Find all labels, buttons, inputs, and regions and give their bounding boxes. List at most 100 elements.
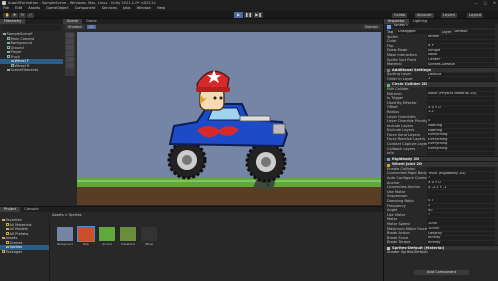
rotate-tool-button[interactable]: ↻ bbox=[19, 12, 26, 18]
property-field[interactable]: X -2.1 Y -1 bbox=[427, 185, 495, 190]
property-field[interactable] bbox=[427, 190, 495, 194]
tab-hierarchy[interactable]: Hierarchy bbox=[0, 19, 26, 24]
asset-label: Bike bbox=[83, 243, 89, 246]
tab-lighting[interactable]: Lighting bbox=[409, 19, 432, 24]
property-field[interactable]: Sprites-Default bbox=[427, 62, 495, 67]
property-field[interactable]: 2 bbox=[427, 77, 495, 82]
folder-icon bbox=[6, 223, 9, 226]
layout-dropdown[interactable]: Layout bbox=[467, 12, 484, 18]
property-field[interactable]: X 0 Y 0 bbox=[427, 181, 495, 185]
property-field[interactable]: Everything bbox=[427, 142, 495, 147]
layers-dropdown[interactable]: Layers bbox=[441, 12, 457, 18]
folder-item[interactable]: Packages bbox=[0, 250, 49, 255]
property-field[interactable]: 2 bbox=[427, 203, 495, 208]
folder-label: Scenes bbox=[9, 240, 23, 245]
property-field[interactable]: Everything bbox=[427, 147, 495, 151]
hierarchy-item[interactable]: SceneElements bbox=[0, 68, 63, 73]
property-field[interactable] bbox=[427, 87, 495, 92]
property-field[interactable]: X Y bbox=[427, 44, 495, 48]
tab-console[interactable]: Console bbox=[20, 207, 42, 212]
shading-mode-dropdown[interactable]: Shaded bbox=[66, 25, 84, 29]
property-field[interactable]: Everything bbox=[427, 133, 495, 138]
scale-tool-button[interactable]: ⤢ bbox=[27, 12, 34, 18]
asset-thumbnail[interactable] bbox=[141, 227, 157, 241]
hand-tool-icon[interactable] bbox=[66, 33, 74, 38]
property-field[interactable]: Center bbox=[427, 57, 495, 62]
property-field[interactable] bbox=[427, 151, 495, 156]
property-field[interactable]: Nothing bbox=[427, 128, 495, 133]
property-field[interactable]: Everything bbox=[427, 137, 495, 142]
property-field[interactable] bbox=[427, 39, 495, 44]
property-field[interactable] bbox=[427, 96, 495, 101]
scene-viewport[interactable] bbox=[77, 32, 381, 205]
folder-label: All Prefabs bbox=[9, 231, 29, 236]
menu-window[interactable]: Window bbox=[137, 6, 151, 10]
property-field[interactable] bbox=[427, 217, 495, 222]
folder-label: Favorites bbox=[5, 218, 22, 222]
property-field[interactable]: Destroy bbox=[427, 231, 495, 236]
collab-button[interactable]: Collab bbox=[392, 12, 408, 18]
property-field[interactable]: None (Physics Material 2D) bbox=[427, 91, 495, 96]
menu-help[interactable]: Help bbox=[157, 6, 165, 10]
tab-inspector[interactable]: Inspector bbox=[384, 19, 409, 24]
property-field[interactable]: Truck (Rigidbody 2D) bbox=[427, 171, 495, 176]
layer-dropdown[interactable]: Default bbox=[453, 30, 495, 35]
property-field[interactable]: Wheel bbox=[427, 34, 495, 39]
transform-tool-icon[interactable] bbox=[66, 63, 74, 68]
property-field[interactable]: 10000 bbox=[427, 226, 495, 231]
property-field[interactable]: Infinity bbox=[427, 240, 495, 245]
property-field[interactable] bbox=[427, 101, 495, 105]
property-field[interactable]: Default bbox=[427, 72, 495, 77]
menu-edit[interactable]: Edit bbox=[15, 6, 22, 10]
property-field[interactable]: 1000 bbox=[427, 222, 495, 227]
property-field[interactable]: Simple bbox=[427, 48, 495, 53]
move-tool-button[interactable]: ✥ bbox=[11, 12, 18, 18]
play-button[interactable]: ▶ bbox=[234, 12, 243, 18]
property-field[interactable]: 1.2 bbox=[427, 110, 495, 115]
add-component-button[interactable]: Add Component bbox=[414, 270, 469, 275]
property-field[interactable]: ✓ bbox=[427, 213, 495, 217]
rect-tool-icon[interactable] bbox=[66, 57, 74, 62]
asset-thumbnail[interactable] bbox=[57, 227, 73, 241]
property-field[interactable]: 90 bbox=[427, 208, 495, 213]
menu-file[interactable]: File bbox=[3, 6, 9, 10]
folder-label: Packages bbox=[5, 249, 23, 254]
hierarchy-search-input[interactable] bbox=[2, 25, 61, 31]
tab-game[interactable]: Game bbox=[82, 19, 101, 24]
asset-thumbnail[interactable] bbox=[120, 227, 136, 241]
property-field[interactable]: X 0 Y 0 bbox=[427, 105, 495, 110]
gizmos-dropdown[interactable]: Gizmos bbox=[362, 25, 380, 29]
property-field[interactable]: 0.7 bbox=[427, 199, 495, 204]
inspector-panel: Inspector Lighting Wheel F Tag Untagged … bbox=[383, 19, 498, 281]
property-field[interactable] bbox=[427, 114, 495, 119]
tab-project[interactable]: Project bbox=[0, 207, 21, 212]
shader-row[interactable]: Shader Sprites/Default bbox=[384, 250, 498, 255]
move-tool-icon[interactable] bbox=[66, 39, 74, 44]
property-field[interactable]: None bbox=[427, 53, 495, 58]
property-field[interactable]: 0 bbox=[427, 119, 495, 124]
folder-icon bbox=[2, 250, 5, 253]
menu-jobs[interactable]: Jobs bbox=[123, 6, 130, 10]
asset-thumbnail[interactable] bbox=[77, 226, 95, 242]
2d-toggle[interactable]: 2D bbox=[86, 25, 96, 29]
property-field[interactable] bbox=[427, 167, 495, 172]
object-name-field[interactable]: Wheel F bbox=[393, 24, 495, 29]
component-icon bbox=[387, 158, 390, 162]
pause-button[interactable]: ❚❚ bbox=[244, 12, 253, 18]
menu-assets[interactable]: Assets bbox=[28, 6, 40, 10]
step-button[interactable]: ▶❚ bbox=[254, 12, 263, 18]
breadcrumb[interactable]: Assets > Sprites bbox=[52, 213, 82, 217]
menu-component[interactable]: Component bbox=[75, 6, 96, 10]
asset-thumbnail[interactable] bbox=[99, 227, 115, 241]
property-field[interactable]: Infinity bbox=[427, 236, 495, 240]
tab-scene[interactable]: Scene bbox=[63, 19, 82, 24]
property-field[interactable]: Nothing bbox=[427, 124, 495, 128]
property-field[interactable] bbox=[427, 194, 495, 199]
menu-gameobject[interactable]: GameObject bbox=[46, 6, 68, 10]
scale-tool-icon[interactable] bbox=[66, 51, 74, 56]
rotate-tool-icon[interactable] bbox=[66, 45, 74, 50]
hand-tool-button[interactable]: ✋ bbox=[3, 12, 10, 18]
property-field[interactable]: ✓ bbox=[427, 176, 495, 181]
account-dropdown[interactable]: Account bbox=[415, 12, 434, 18]
menu-services[interactable]: Services bbox=[102, 6, 117, 10]
